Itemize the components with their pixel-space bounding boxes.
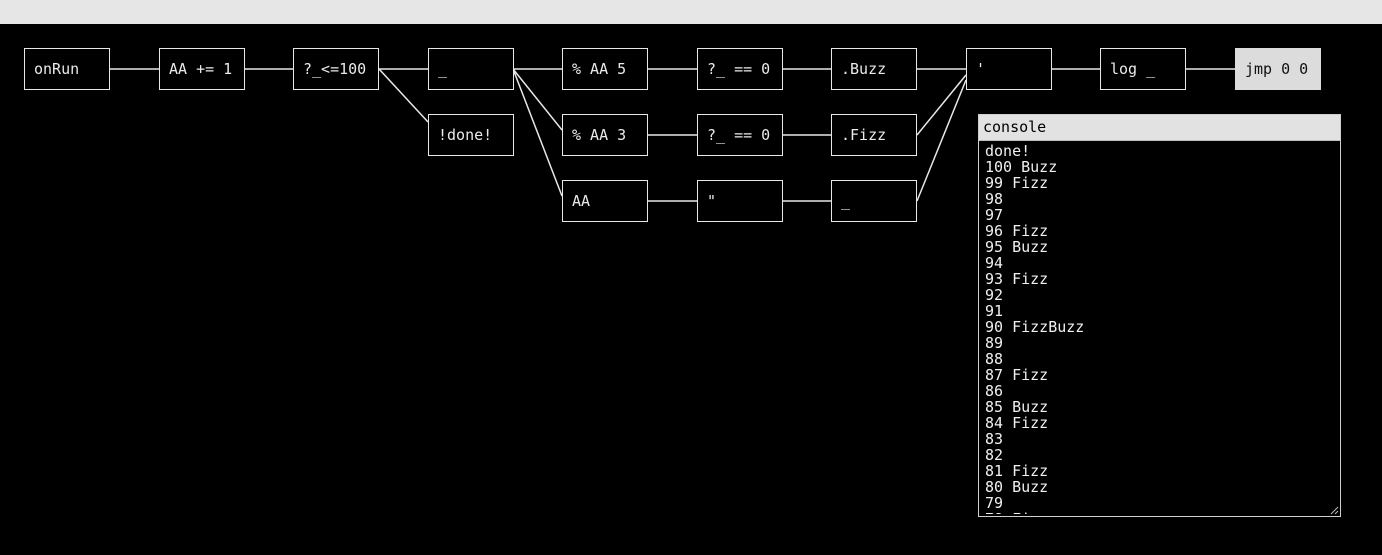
node-mod5[interactable]: % AA 5 [562,48,648,90]
node-eq-zero-5[interactable]: ?_ == 0 [697,48,783,90]
node-jmp[interactable]: jmp 0 0 [1235,48,1321,90]
console-line: 95 Buzz [985,238,1049,256]
node-passthrough[interactable]: _ [428,48,514,90]
node-log[interactable]: log _ [1100,48,1186,90]
console-line: 79 [985,494,1004,512]
console-line: 93 Fizz [985,270,1049,288]
console-line: 81 Fizz [985,462,1049,480]
console-line: done! [985,143,1031,160]
console-line: 99 Fizz [985,174,1049,192]
node-onrun[interactable]: onRun [24,48,110,90]
console-line: 82 [985,446,1004,464]
node-underscore[interactable]: _ [831,180,917,222]
console-line: 87 Fizz [985,366,1049,384]
console-line: 83 [985,430,1004,448]
wire [916,74,967,136]
node-done[interactable]: !done! [428,114,514,156]
console-line: 86 [985,382,1004,400]
node-fizz[interactable]: .Fizz [831,114,917,156]
console-line: 85 Buzz [985,398,1049,416]
console-line: 78 Fizz [985,511,1338,514]
node-mod3[interactable]: % AA 3 [562,114,648,156]
console-line: 88 [985,350,1004,368]
console-line: 91 [985,302,1004,320]
console-line: 97 [985,206,1004,224]
console-line: 94 [985,254,1004,272]
console-line: 96 Fizz [985,222,1049,240]
node-condition[interactable]: ?_<=100 [293,48,379,90]
wire [378,68,429,123]
wire [512,68,563,131]
node-concat[interactable]: ' [966,48,1052,90]
node-eq-zero-3[interactable]: ?_ == 0 [697,114,783,156]
node-aa[interactable]: AA [562,180,648,222]
node-buzz[interactable]: .Buzz [831,48,917,90]
wire [916,79,967,202]
node-empty-string[interactable]: " [697,180,783,222]
wire [512,68,563,197]
console-panel[interactable]: console done! 100 Buzz 99 Fizz 98 97 96 Fizz 9… [978,114,1341,517]
console-line: 100 Buzz [985,158,1058,176]
node-increment[interactable]: AA += 1 [159,48,245,90]
console-line: 89 [985,334,1004,352]
resize-handle-icon[interactable] [1330,506,1339,515]
console-line: 80 Buzz [985,478,1049,496]
console-line: 90 FizzBuzz [985,318,1085,336]
console-output[interactable]: done! 100 Buzz 99 Fizz 98 97 96 Fizz 95 Buzz 94… [985,143,1338,514]
console-line: 98 [985,190,1004,208]
console-line: 84 Fizz [985,414,1049,432]
console-title: console [979,115,1340,141]
console-line: 92 [985,286,1004,304]
